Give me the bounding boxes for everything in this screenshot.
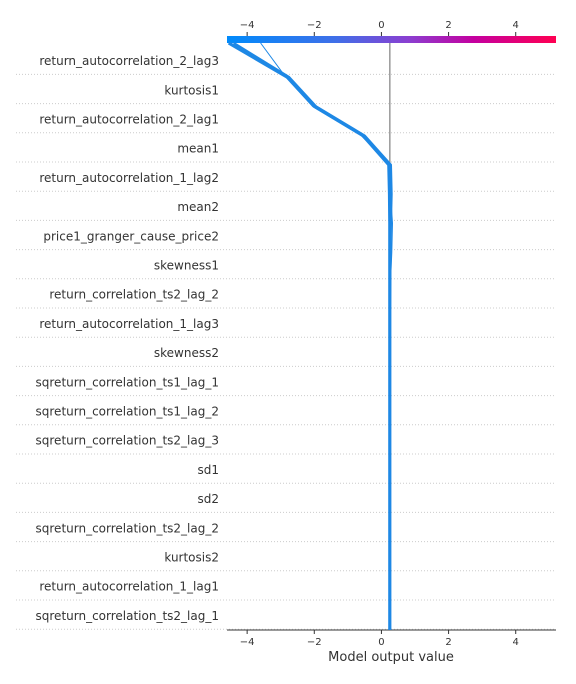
x-tick-label: 4 xyxy=(513,637,519,648)
feature-label: return_autocorrelation_2_lag3 xyxy=(39,54,219,68)
feature-label: kurtosis2 xyxy=(164,551,219,565)
x-tick-label: 0 xyxy=(378,637,384,648)
top-tick-label: 2 xyxy=(445,20,451,31)
feature-label: return_correlation_ts2_lag_2 xyxy=(49,288,219,302)
x-axis-title: Model output value xyxy=(328,650,454,665)
grid-lines xyxy=(16,73,556,630)
top-tick-label: −4 xyxy=(240,20,255,31)
feature-label: return_autocorrelation_1_lag3 xyxy=(39,317,219,331)
feature-label: sqreturn_correlation_ts1_lag_1 xyxy=(36,375,219,389)
x-tick-label: −2 xyxy=(307,637,322,648)
feature-label: sqreturn_correlation_ts2_lag_3 xyxy=(36,434,219,448)
feature-label: sd2 xyxy=(197,492,219,506)
shap-decision-plot: −4 −2 0 2 4 −4 −2 0 2 4 return_autocorrelation_2_… xyxy=(16,20,556,665)
feature-label: mean2 xyxy=(177,200,219,214)
top-tick-label: 4 xyxy=(513,20,519,31)
feature-label: skewness1 xyxy=(154,259,219,273)
feature-label: sd1 xyxy=(197,463,219,477)
top-tick-label: 0 xyxy=(378,20,384,31)
feature-label: sqreturn_correlation_ts2_lag_1 xyxy=(36,609,219,623)
x-tick-label: −4 xyxy=(240,637,255,648)
feature-label: return_autocorrelation_1_lag1 xyxy=(39,580,219,594)
feature-label: return_autocorrelation_2_lag1 xyxy=(39,113,219,127)
feature-label: price1_granger_cause_price2 xyxy=(43,229,219,243)
top-colorbar xyxy=(227,36,556,43)
feature-label: mean1 xyxy=(177,142,219,156)
feature-label: sqreturn_correlation_ts1_lag_2 xyxy=(36,405,219,419)
feature-label: sqreturn_correlation_ts2_lag_2 xyxy=(36,521,219,535)
feature-labels: return_autocorrelation_2_lag3 kurtosis1 re… xyxy=(36,54,219,623)
top-tick-label: −2 xyxy=(307,20,322,31)
axes: −4 −2 0 2 4 −4 −2 0 2 4 xyxy=(227,20,556,648)
feature-label: skewness2 xyxy=(154,346,219,360)
feature-label: kurtosis1 xyxy=(164,83,219,97)
x-tick-label: 2 xyxy=(445,637,451,648)
feature-label: return_autocorrelation_1_lag2 xyxy=(39,171,219,185)
decision-line xyxy=(227,41,392,630)
